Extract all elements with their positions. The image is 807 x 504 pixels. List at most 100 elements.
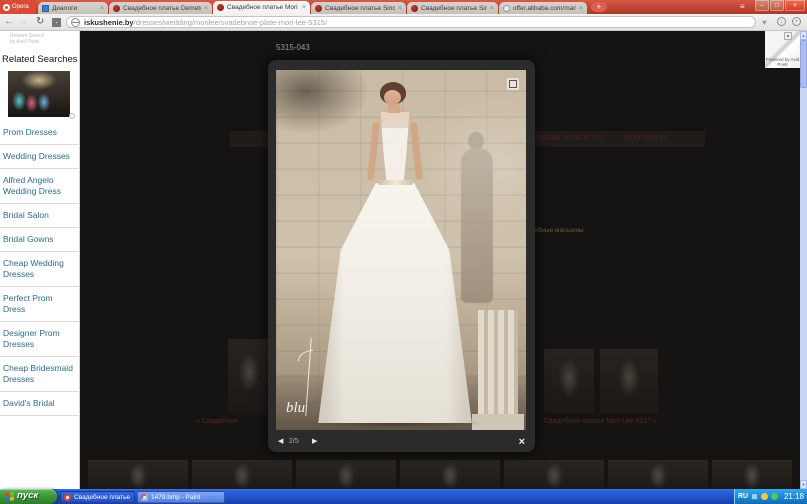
gallery-thumbnail xyxy=(400,460,500,489)
tab-dress-sincerity-2[interactable]: Свадебное платье Sinceri × xyxy=(407,2,498,14)
tab-dress-sincerity-1[interactable]: Свадебное платье Sinceri × xyxy=(311,2,406,14)
address-bar[interactable]: iskushenie.by /dresses/wedding/morilee/s… xyxy=(66,16,756,28)
system-tray: RU 21:18 xyxy=(734,489,807,504)
tab-label: Диалоги xyxy=(52,5,97,12)
sidebar-item-alfred-angelo[interactable]: Alfred Angelo Wedding Dress xyxy=(0,169,80,204)
taskbar-clock: 21:18 xyxy=(784,492,804,501)
task-label: Свадебное платье ... xyxy=(74,494,131,501)
dress-thumbnail xyxy=(544,349,594,413)
gallery-thumbnail xyxy=(712,460,792,489)
sidebar-promo-photo[interactable] xyxy=(8,71,70,117)
sidebar-item-davids-bridal[interactable]: David's Bridal xyxy=(0,392,80,416)
language-indicator[interactable]: RU xyxy=(738,493,748,500)
tab-close-icon[interactable]: × xyxy=(579,5,583,12)
sidebar-item-bridal-gowns[interactable]: Bridal Gowns xyxy=(0,228,80,252)
site-icon xyxy=(411,5,418,12)
gallery-thumbnail xyxy=(296,460,396,489)
opera-menu-label: Opera xyxy=(12,4,29,10)
reload-icon[interactable]: ↻ xyxy=(36,16,44,27)
tab-label: offer.alibaba.com/market/ xyxy=(513,5,576,12)
flower-leaf xyxy=(298,350,313,361)
dress-thumbnail xyxy=(600,349,658,413)
ad-options-icon[interactable] xyxy=(784,32,792,40)
wedding-dress-photo[interactable]: blu xyxy=(276,70,526,430)
next-dress-caption: Свадебное платье Mori Lee 5317 » xyxy=(544,418,657,425)
profile-icon[interactable]: • xyxy=(792,17,801,26)
bookmark-heart-icon[interactable]: ♥ xyxy=(762,18,767,27)
ad-corner-fold[interactable]: Powered by Avid Point xyxy=(765,31,800,68)
tab-label: Свадебное платье Demetri xyxy=(123,5,201,12)
corner-note: Powered by Avid Point xyxy=(765,57,800,67)
nav-item-contacts: КОНТАКТЫ xyxy=(625,135,667,142)
page-scrollbar[interactable]: ▲ ▼ xyxy=(800,31,807,489)
scrollbar-down-icon[interactable]: ▼ xyxy=(800,480,807,489)
minimize-button[interactable]: – xyxy=(755,0,769,11)
brand-logo: blu xyxy=(286,400,305,417)
image-lightbox: blu ◀ 2/5 ▶ × xyxy=(268,60,535,452)
site-icon xyxy=(217,4,224,11)
dress-skirt xyxy=(315,183,475,423)
antivirus-icon[interactable] xyxy=(771,493,778,500)
window-menu-icon[interactable]: ≡ xyxy=(740,2,745,11)
sidebar-item-wedding-dresses[interactable]: Wedding Dresses xyxy=(0,145,80,169)
forward-icon[interactable]: → xyxy=(18,16,28,27)
sidebar-title: Related Searches xyxy=(2,54,78,65)
sidebar-item-cheap-wedding[interactable]: Cheap Wedding Dresses xyxy=(0,252,80,287)
chat-icon xyxy=(42,5,49,12)
tab-dress-demetri[interactable]: Свадебное платье Demetri × xyxy=(109,2,212,14)
paint-icon xyxy=(141,494,148,501)
globe-icon xyxy=(503,5,510,12)
sidebar-link-list: Prom Dresses Wedding Dresses Alfred Ange… xyxy=(0,121,80,416)
photo-code-label: 5315-043 xyxy=(276,43,310,52)
tab-dress-mori-lee-active[interactable]: Свадебное платье Mori Le × xyxy=(213,1,310,14)
nav-item-news: НАШИ НОВОСТИ xyxy=(538,135,602,142)
gallery-thumbnail xyxy=(192,460,292,489)
windows-flag-icon xyxy=(5,491,14,501)
sidebar-item-bridal-salon[interactable]: Bridal Salon xyxy=(0,204,80,228)
taskbar-item-paint[interactable]: 1479.bmp - Paint xyxy=(137,491,225,503)
sidebar-item-designer-prom[interactable]: Designer Prom Dresses xyxy=(0,322,80,357)
tab-label: Свадебное платье Sinceri xyxy=(325,5,395,12)
speed-dial-icon[interactable] xyxy=(52,18,61,27)
maximize-button[interactable]: □ xyxy=(770,0,784,11)
network-icon[interactable] xyxy=(751,493,758,500)
tab-close-icon[interactable]: × xyxy=(490,5,494,12)
browser-window: Opera Диалоги × Свадебное платье Demetri… xyxy=(0,0,807,504)
back-icon[interactable]: ← xyxy=(4,16,14,27)
ad-note-line2: by Avid Point xyxy=(10,39,44,45)
opera-menu-button[interactable]: Opera xyxy=(0,0,36,14)
close-button[interactable]: × xyxy=(785,0,805,11)
related-searches-sidebar: Related Search by Avid Point Related Sea… xyxy=(0,31,80,489)
tab-alibaba[interactable]: offer.alibaba.com/market/ × xyxy=(499,2,587,14)
tab-close-icon[interactable]: × xyxy=(100,5,104,12)
tab-dialogs[interactable]: Диалоги × xyxy=(38,2,108,14)
tab-label: Свадебное платье Mori Le xyxy=(227,4,299,11)
gallery-thumbnail xyxy=(504,460,604,489)
download-icon[interactable]: ↓ xyxy=(777,17,786,26)
opera-logo-icon xyxy=(3,4,10,11)
taskbar-item-opera[interactable]: Свадебное платье ... xyxy=(60,491,135,503)
opera-icon xyxy=(64,494,71,501)
lightbox-close-button[interactable]: × xyxy=(519,436,525,448)
tab-close-icon[interactable]: × xyxy=(398,5,402,12)
scrollbar-up-icon[interactable]: ▲ xyxy=(800,31,807,40)
scrollbar-thumb[interactable] xyxy=(800,40,807,88)
site-icon xyxy=(113,5,120,12)
update-icon[interactable] xyxy=(761,493,768,500)
adchoices-icon[interactable] xyxy=(69,113,75,119)
tab-close-icon[interactable]: × xyxy=(204,5,208,12)
photo-counter: 2/5 xyxy=(289,438,299,445)
site-badge-icon[interactable] xyxy=(71,18,80,27)
new-tab-button[interactable]: + xyxy=(591,2,607,12)
sidebar-item-cheap-bridesmaid[interactable]: Cheap Bridesmaid Dresses xyxy=(0,357,80,392)
gallery-thumbnail xyxy=(88,460,188,489)
tab-close-icon[interactable]: × xyxy=(302,4,306,11)
prev-photo-button[interactable]: ◀ xyxy=(278,437,283,445)
next-photo-button[interactable]: ▶ xyxy=(312,437,317,445)
expand-icon[interactable] xyxy=(507,78,519,90)
site-icon xyxy=(315,5,322,12)
start-label: пуск xyxy=(17,490,38,501)
sidebar-item-prom-dresses[interactable]: Prom Dresses xyxy=(0,121,80,145)
start-button[interactable]: пуск xyxy=(0,489,57,504)
sidebar-item-perfect-prom[interactable]: Perfect Prom Dress xyxy=(0,287,80,322)
